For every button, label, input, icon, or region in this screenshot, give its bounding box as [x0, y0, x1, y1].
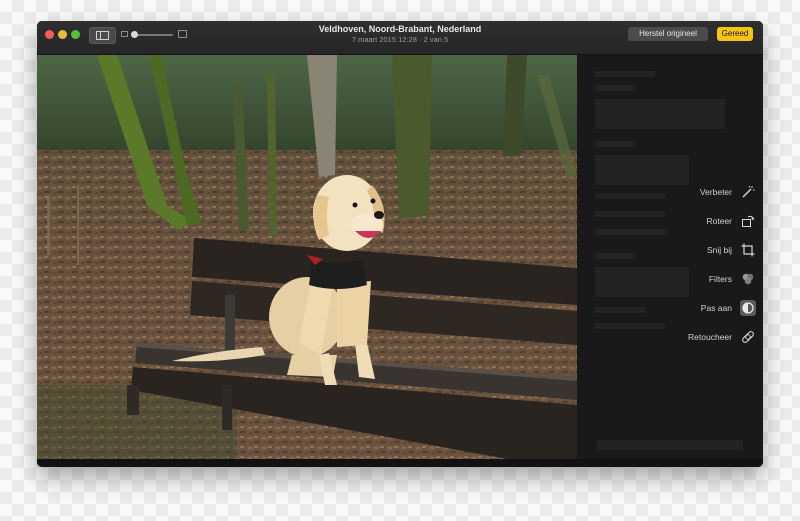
ghost-slider	[595, 99, 725, 129]
dog-on-bench-photo	[37, 55, 577, 459]
tool-label: Snij bij	[706, 245, 732, 255]
ghost-heading	[595, 71, 655, 77]
photos-edit-window: Veldhoven, Noord-Brabant, Nederland 7 ma…	[37, 21, 763, 467]
tool-retoucheer[interactable]: Retoucheer	[688, 327, 756, 347]
tool-label: Roteer	[706, 216, 732, 226]
edit-tools-panel: Verbeter Roteer Snij bij Filters Pas aan…	[577, 55, 763, 459]
sidebar-icon	[96, 31, 109, 40]
sidebar-toggle-button[interactable]	[89, 27, 116, 44]
fullscreen-button[interactable]	[71, 30, 80, 39]
close-button[interactable]	[45, 30, 54, 39]
ghost-label	[595, 323, 665, 329]
ghost-label	[595, 193, 665, 199]
magic-wand-icon	[740, 184, 756, 200]
ghost-label	[595, 307, 645, 313]
rotate-icon	[740, 213, 756, 229]
ghost-footer	[597, 440, 743, 450]
photo-position: 2 van 5	[423, 35, 449, 44]
title-bar: Veldhoven, Noord-Brabant, Nederland 7 ma…	[37, 21, 763, 55]
tool-snij-bij[interactable]: Snij bij	[707, 240, 756, 260]
zoom-control	[121, 29, 187, 43]
zoom-out-icon[interactable]	[121, 31, 128, 37]
zoom-slider-knob[interactable]	[131, 31, 138, 38]
photo-canvas[interactable]	[37, 55, 577, 459]
ghost-label	[595, 229, 665, 235]
zoom-in-icon[interactable]	[178, 30, 187, 38]
done-button[interactable]: Gereed	[717, 27, 753, 41]
tool-label: Verbeter	[699, 187, 732, 197]
photo-info: 7 maart 2015 12:28 · 2 van 5	[237, 35, 563, 44]
bandage-icon	[740, 329, 756, 345]
ghost-label	[595, 253, 635, 259]
zoom-slider[interactable]	[131, 31, 173, 38]
ghost-label	[595, 141, 635, 147]
photo-date: 7 maart 2015 12:28	[351, 35, 417, 44]
ghost-label	[595, 85, 635, 91]
tool-roteer[interactable]: Roteer	[706, 211, 756, 231]
tool-label: Retoucheer	[688, 332, 732, 342]
tool-verbeter[interactable]: Verbeter	[700, 182, 756, 202]
tool-label: Pas aan	[700, 303, 732, 313]
tool-pas-aan[interactable]: Pas aan	[701, 298, 756, 318]
ghost-slider	[595, 155, 689, 185]
crop-icon	[740, 242, 756, 258]
adjust-icon	[740, 300, 756, 316]
filters-icon	[740, 271, 756, 287]
restore-original-button[interactable]: Herstel origineel	[628, 27, 708, 41]
window-bottom-edge	[37, 459, 763, 467]
tool-label: Filters	[708, 274, 732, 284]
ghost-slider	[595, 267, 689, 297]
tool-filters[interactable]: Filters	[709, 269, 756, 289]
ghost-label	[595, 211, 665, 217]
minimize-button[interactable]	[58, 30, 67, 39]
window-title: Veldhoven, Noord-Brabant, Nederland	[318, 24, 482, 34]
